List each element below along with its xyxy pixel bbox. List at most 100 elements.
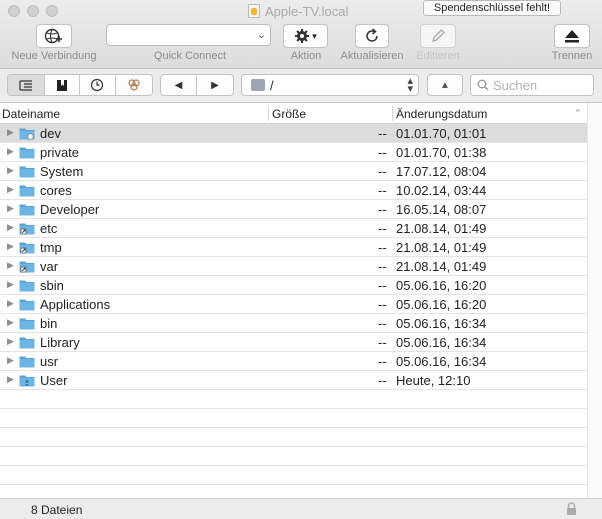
disclosure-triangle-icon[interactable]: ▶ [7, 355, 14, 366]
file-modified-date: 05.06.16, 16:34 [396, 316, 487, 331]
disclosure-triangle-icon[interactable]: ▶ [7, 146, 14, 157]
table-row[interactable]: ▶ Applications -- 05.06.16, 16:20 [0, 295, 587, 314]
arrow-up-icon: ▲ [440, 79, 450, 91]
disclosure-triangle-icon[interactable]: ▶ [7, 336, 14, 347]
view-bookmarks-button[interactable] [45, 75, 81, 95]
file-name: etc [40, 221, 58, 236]
table-row[interactable]: ▶ System -- 17.07.12, 08:04 [0, 162, 587, 181]
file-size: -- [378, 202, 387, 217]
file-name: tmp [40, 240, 62, 255]
file-modified-date: 10.02.14, 03:44 [396, 183, 487, 198]
disclosure-triangle-icon[interactable]: ▶ [7, 317, 14, 328]
disclosure-triangle-icon[interactable]: ▶ [7, 165, 14, 176]
search-input[interactable] [493, 77, 589, 93]
chevron-down-icon: ▾ [312, 30, 317, 41]
file-name: var [40, 259, 59, 274]
clock-icon [91, 78, 104, 92]
edit-label: Editieren [416, 50, 460, 62]
disclosure-triangle-icon[interactable]: ▶ [7, 279, 14, 290]
search-field[interactable] [470, 74, 594, 96]
edit-button[interactable] [420, 24, 456, 48]
file-size: -- [378, 278, 387, 293]
lock-icon[interactable] [566, 502, 577, 516]
file-name: usr [40, 354, 59, 369]
folder-icon [19, 203, 35, 216]
file-modified-date: 01.01.70, 01:01 [396, 126, 487, 141]
globe-plus-icon [44, 28, 62, 44]
file-modified-date: Heute, 12:10 [396, 373, 471, 388]
donation-key-badge[interactable]: Spendenschlüssel fehlt! [423, 0, 561, 16]
forward-button[interactable]: ▶ [197, 75, 233, 95]
new-connection-button[interactable] [36, 24, 72, 48]
table-row[interactable]: ▶ dev -- 01.01.70, 01:01 [0, 124, 587, 143]
file-name: cores [40, 183, 72, 198]
table-row[interactable]: ▶ etc -- 21.08.14, 01:49 [0, 219, 587, 238]
view-history-button[interactable] [80, 75, 116, 95]
current-path: / [270, 78, 274, 93]
disclosure-triangle-icon[interactable]: ▶ [7, 298, 14, 309]
file-name: Developer [40, 202, 100, 217]
file-modified-date: 21.08.14, 01:49 [396, 221, 487, 236]
table-row[interactable]: ▶ private -- 01.01.70, 01:38 [0, 143, 587, 162]
column-header-name[interactable]: Dateiname [2, 107, 60, 121]
column-header-size[interactable]: Größe [272, 107, 306, 121]
file-size: -- [378, 240, 387, 255]
disclosure-triangle-icon[interactable]: ▶ [7, 260, 14, 271]
quick-connect-combobox[interactable]: ⌄ [106, 24, 271, 46]
disclosure-triangle-icon[interactable]: ▶ [7, 127, 14, 138]
disclosure-triangle-icon[interactable]: ▶ [7, 374, 14, 385]
bookmark-icon [56, 79, 67, 91]
pencil-icon [432, 29, 445, 42]
file-modified-date: 05.06.16, 16:34 [396, 335, 487, 350]
vertical-scrollbar[interactable] [587, 103, 602, 498]
file-name: Library [40, 335, 80, 350]
search-icon [477, 79, 489, 91]
view-bonjour-button[interactable] [116, 75, 152, 95]
arrow-right-icon: ▶ [211, 79, 219, 91]
parent-directory-button[interactable]: ▲ [427, 74, 463, 96]
disconnect-label: Trennen [551, 50, 593, 62]
file-modified-date: 05.06.16, 16:20 [396, 278, 487, 293]
empty-row [0, 466, 587, 485]
table-row[interactable]: ▶ bin -- 05.06.16, 16:34 [0, 314, 587, 333]
view-outline-button[interactable] [8, 75, 45, 95]
history-navigation[interactable]: ◀ ▶ [160, 74, 234, 96]
file-size: -- [378, 126, 387, 141]
file-modified-date: 01.01.70, 01:38 [396, 145, 487, 160]
action-menu-button[interactable]: ▾ [283, 24, 328, 48]
close-window-button[interactable] [8, 5, 20, 17]
column-divider[interactable] [268, 106, 269, 121]
folder-link-icon [19, 127, 35, 140]
disconnect-button[interactable] [554, 24, 590, 48]
zoom-window-button[interactable] [46, 5, 58, 17]
refresh-button[interactable] [355, 24, 389, 48]
table-row[interactable]: ▶ tmp -- 21.08.14, 01:49 [0, 238, 587, 257]
minimize-window-button[interactable] [27, 5, 39, 17]
disclosure-triangle-icon[interactable]: ▶ [7, 184, 14, 195]
disclosure-triangle-icon[interactable]: ▶ [7, 203, 14, 214]
refresh-icon [366, 28, 378, 42]
table-row[interactable]: ▶ usr -- 05.06.16, 16:34 [0, 352, 587, 371]
gear-icon [295, 29, 310, 43]
file-count: 8 Dateien [31, 503, 83, 517]
column-header-modified[interactable]: Änderungsdatum [396, 107, 487, 121]
table-row[interactable]: ▶ User -- Heute, 12:10 [0, 371, 587, 390]
disclosure-triangle-icon[interactable]: ▶ [7, 241, 14, 252]
column-divider[interactable] [392, 106, 393, 121]
table-row[interactable]: ▶ Developer -- 16.05.14, 08:07 [0, 200, 587, 219]
file-modified-date: 17.07.12, 08:04 [396, 164, 487, 179]
view-mode-selector[interactable] [7, 74, 153, 96]
empty-row [0, 428, 587, 447]
table-row[interactable]: ▶ sbin -- 05.06.16, 16:20 [0, 276, 587, 295]
table-row[interactable]: ▶ Library -- 05.06.16, 16:34 [0, 333, 587, 352]
folder-alias-icon [19, 222, 35, 235]
file-list-header: Dateiname Größe Änderungsdatum ⌃ [0, 103, 587, 124]
disclosure-triangle-icon[interactable]: ▶ [7, 222, 14, 233]
folder-icon [19, 279, 35, 292]
back-button[interactable]: ◀ [161, 75, 197, 95]
bonjour-icon [128, 79, 140, 91]
path-selector[interactable]: / ▴ ▾ [241, 74, 419, 96]
table-row[interactable]: ▶ var -- 21.08.14, 01:49 [0, 257, 587, 276]
table-row[interactable]: ▶ cores -- 10.02.14, 03:44 [0, 181, 587, 200]
file-modified-date: 16.05.14, 08:07 [396, 202, 487, 217]
